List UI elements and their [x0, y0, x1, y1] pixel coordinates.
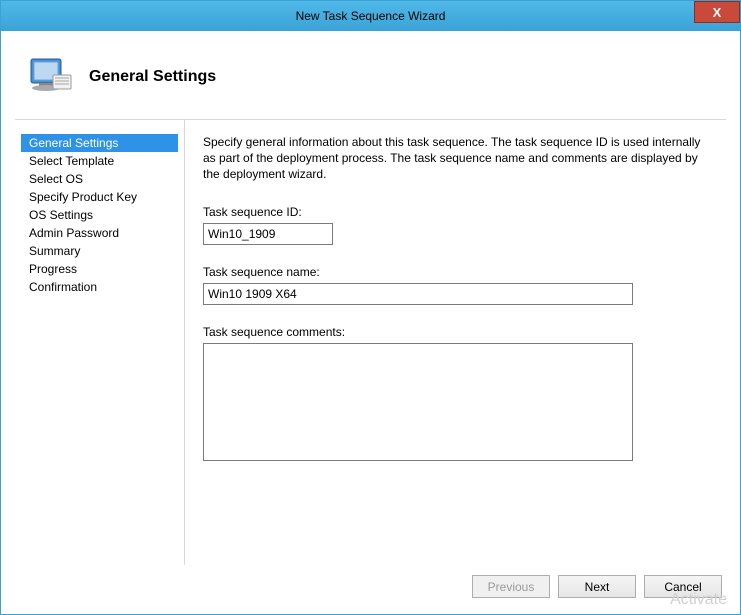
sidebar-item-select-os[interactable]: Select OS — [21, 170, 178, 188]
sidebar-item-progress[interactable]: Progress — [21, 260, 178, 278]
description-text: Specify general information about this t… — [203, 134, 712, 183]
sidebar-item-os-settings[interactable]: OS Settings — [21, 206, 178, 224]
task-sequence-comments-input[interactable] — [203, 343, 633, 461]
sidebar-item-general-settings[interactable]: General Settings — [21, 134, 178, 152]
field-task-sequence-name: Task sequence name: — [203, 265, 712, 305]
page-title: General Settings — [89, 68, 216, 86]
main-panel: Specify general information about this t… — [185, 120, 726, 565]
wizard-header: General Settings — [15, 43, 726, 119]
task-sequence-comments-label: Task sequence comments: — [203, 325, 712, 339]
task-sequence-name-label: Task sequence name: — [203, 265, 712, 279]
sidebar: General Settings Select Template Select … — [15, 120, 185, 565]
next-button[interactable]: Next — [558, 575, 636, 598]
close-icon: X — [713, 5, 722, 20]
task-sequence-id-label: Task sequence ID: — [203, 205, 712, 219]
close-button[interactable]: X — [694, 1, 740, 23]
button-row: Previous Next Cancel — [15, 565, 726, 600]
computer-icon — [25, 53, 73, 101]
sidebar-item-confirmation[interactable]: Confirmation — [21, 278, 178, 296]
sidebar-item-select-template[interactable]: Select Template — [21, 152, 178, 170]
window-title: New Task Sequence Wizard — [296, 9, 446, 23]
task-sequence-name-input[interactable] — [203, 283, 633, 305]
field-task-sequence-id: Task sequence ID: — [203, 205, 712, 245]
titlebar: New Task Sequence Wizard X — [1, 1, 740, 31]
wizard-window: New Task Sequence Wizard X General Sett — [0, 0, 741, 615]
cancel-button[interactable]: Cancel — [644, 575, 722, 598]
previous-button: Previous — [472, 575, 550, 598]
sidebar-item-admin-password[interactable]: Admin Password — [21, 224, 178, 242]
sidebar-item-specify-product-key[interactable]: Specify Product Key — [21, 188, 178, 206]
task-sequence-id-input[interactable] — [203, 223, 333, 245]
window-body: General Settings General Settings Select… — [1, 31, 740, 614]
sidebar-item-summary[interactable]: Summary — [21, 242, 178, 260]
content-area: General Settings Select Template Select … — [15, 119, 726, 565]
field-task-sequence-comments: Task sequence comments: — [203, 325, 712, 464]
